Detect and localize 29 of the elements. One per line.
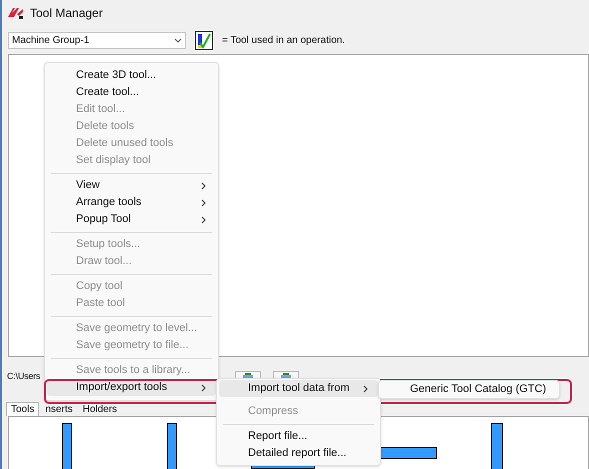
tool-button[interactable] (235, 371, 262, 378)
tool-shape (491, 423, 503, 469)
chevron-right-icon (201, 198, 206, 206)
menu-item[interactable]: View (47, 177, 216, 194)
chevron-right-icon (363, 384, 368, 392)
tab[interactable]: Holders (78, 402, 122, 416)
menu-item[interactable]: Popup Tool (47, 211, 216, 228)
tab[interactable]: Tools (6, 402, 40, 416)
menu-item[interactable]: Create 3D tool... (47, 67, 216, 84)
menu-item[interactable]: Create tool... (47, 84, 216, 101)
legend-text: = Tool used in an operation. (222, 34, 345, 48)
chevron-down-icon (174, 38, 182, 42)
chevron-right-icon (201, 182, 206, 190)
machine-group-dropdown[interactable]: Machine Group-1 (8, 32, 186, 48)
tool-shape (62, 423, 72, 469)
menu-item[interactable]: Arrange tools (47, 194, 216, 211)
chevron-right-icon (201, 384, 206, 392)
chevron-right-icon (201, 216, 206, 224)
menu-item[interactable]: Import tool data from (219, 380, 378, 397)
menu-item[interactable]: Generic Tool Catalog (GTC) (381, 381, 557, 398)
path-text: C:\Users (7, 370, 40, 384)
menu-item[interactable]: Detailed report file... (219, 445, 378, 462)
window-title: Tool Manager (30, 4, 103, 22)
app-logo-icon (8, 6, 24, 18)
tool-check-icon (195, 30, 213, 50)
menu-item[interactable]: Report file... (219, 428, 378, 445)
tool-shape (167, 423, 177, 469)
tool-button[interactable] (273, 371, 300, 378)
tab[interactable]: nserts (41, 402, 77, 416)
